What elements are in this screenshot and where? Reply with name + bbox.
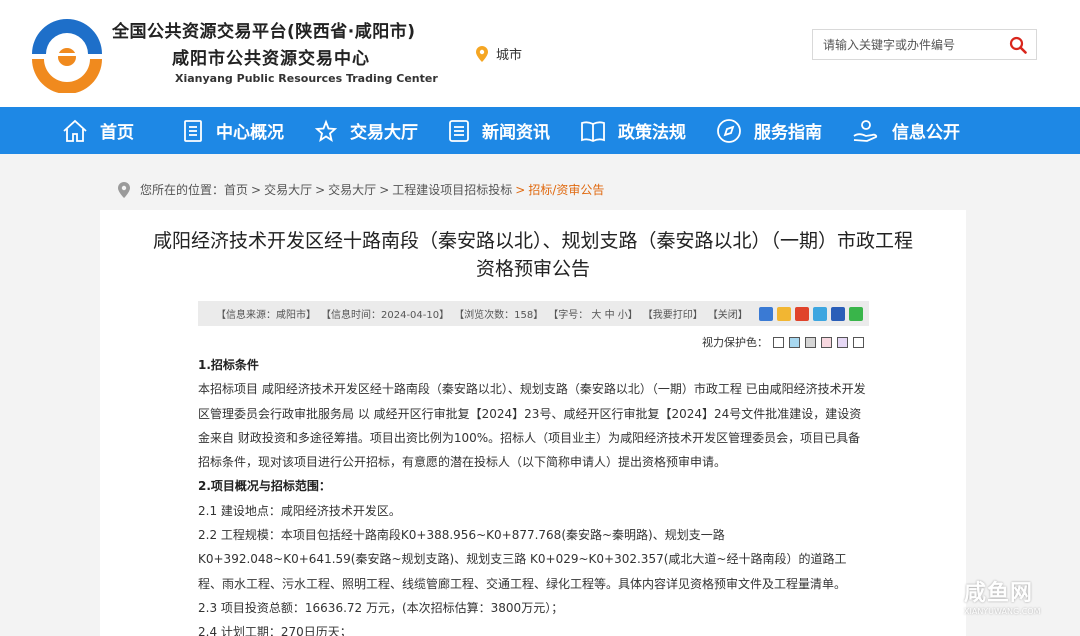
article-paragraph: 2.2 工程规模：本项目包括经十路南段K0+388.956~K0+877.768…	[198, 528, 847, 591]
site-title-en: Xianyang Public Resources Trading Center	[175, 72, 438, 85]
eye-color-swatch[interactable]	[789, 336, 800, 348]
share-renren-icon[interactable]	[830, 306, 845, 321]
city-label: 城市	[496, 48, 523, 63]
eye-color-swatch[interactable]	[773, 336, 784, 348]
search-input[interactable]	[813, 30, 1000, 59]
share-qzone-icon[interactable]	[776, 306, 791, 321]
hand-icon	[853, 119, 878, 142]
site-title: 全国公共资源交易平台(陕西省·咸阳市) 咸阳市公共资源交易中心 Xianyang…	[112, 17, 438, 85]
section-heading: 2.项目概况与招标范围：	[198, 479, 331, 494]
nav-item-policy[interactable]: 政策法规	[580, 107, 686, 154]
site-header: 全国公共资源交易平台(陕西省·咸阳市) 咸阳市公共资源交易中心 Xianyang…	[0, 0, 1080, 107]
book-icon	[581, 120, 605, 142]
article-panel: 咸阳经济技术开发区经十路南段（秦安路以北）、规划支路（秦安路以北）（一期）市政工…	[100, 210, 966, 636]
location-pin-icon	[118, 181, 130, 198]
eye-protection-colors: 视力保护色：	[702, 334, 864, 350]
nav-item-info-disclosure[interactable]: 信息公开	[852, 107, 960, 154]
article-toolbar: 【信息来源：咸阳市】 【信息时间：2024-04-10】 【浏览次数：158】 …	[198, 301, 869, 326]
font-size-control[interactable]: 【字号： 大 中 小】	[548, 306, 638, 321]
eye-color-swatch[interactable]	[853, 336, 864, 348]
breadcrumb-prefix: 您所在的位置：	[140, 183, 225, 197]
share-tencent-icon[interactable]	[812, 306, 827, 321]
info-time: 【信息时间：2024-04-10】	[321, 310, 450, 321]
nav-item-center-overview[interactable]: 中心概况	[182, 107, 284, 154]
share-buttons	[758, 306, 867, 321]
watermark-logo-icon	[931, 580, 963, 611]
search-icon	[1009, 36, 1027, 54]
search-box	[812, 29, 1037, 60]
article-paragraph: 2.3 项目投资总额：16636.72 万元，(本次招标估算：3800万元）；	[198, 600, 564, 615]
document-icon	[184, 119, 202, 142]
watermark: 咸鱼网 XIANYUWANG.COM	[930, 575, 1041, 616]
star-icon	[314, 118, 338, 142]
watermark-text: 咸鱼网	[964, 581, 1034, 606]
view-count: 【浏览次数：158】	[454, 310, 544, 321]
share-weibo-icon[interactable]	[794, 306, 809, 321]
nav-item-service-guide[interactable]: 服务指南	[716, 107, 822, 154]
breadcrumb-item[interactable]: 首页	[224, 181, 248, 198]
eye-protection-label: 视力保护色：	[702, 336, 768, 349]
eye-color-swatch[interactable]	[821, 336, 832, 348]
nav-item-news[interactable]: 新闻资讯	[448, 107, 550, 154]
article-paragraph: 2.1 建设地点：咸阳经济技术开发区。	[198, 503, 401, 518]
share-wechat-icon[interactable]	[848, 306, 863, 321]
breadcrumb-current[interactable]: 招标/资审公告	[528, 181, 604, 198]
eye-color-swatch[interactable]	[837, 336, 848, 348]
article-paragraph: 本招标项目 咸阳经济技术开发区经十路南段（秦安路以北）、规划支路（秦安路以北）（…	[198, 382, 866, 470]
article-title: 咸阳经济技术开发区经十路南段（秦安路以北）、规划支路（秦安路以北）（一期）市政工…	[152, 230, 913, 280]
city-selector[interactable]: 城市	[476, 44, 522, 63]
search-button[interactable]	[1000, 30, 1036, 59]
share-more-icon[interactable]	[758, 306, 773, 321]
breadcrumb-item[interactable]: 工程建设项目招标投标	[392, 181, 512, 198]
breadcrumb-item[interactable]: 交易大厅	[328, 181, 376, 198]
site-logo[interactable]	[28, 15, 106, 93]
breadcrumb-item[interactable]: 交易大厅	[264, 181, 312, 198]
news-icon	[449, 119, 469, 142]
main-nav: 首页 中心概况 交易大厅 新闻资讯 政策法规 服务指南 信息公开	[0, 107, 1080, 154]
eye-color-swatch[interactable]	[805, 336, 816, 348]
home-icon	[63, 119, 87, 142]
site-title-sub: 咸阳市公共资源交易中心	[172, 49, 370, 69]
print-link[interactable]: 【我要打印】	[643, 306, 703, 321]
nav-item-home[interactable]: 首页	[62, 107, 134, 154]
nav-item-trading-hall[interactable]: 交易大厅	[314, 107, 418, 154]
location-pin-icon	[476, 45, 488, 62]
site-title-main: 全国公共资源交易平台(陕西省·咸阳市)	[112, 22, 416, 42]
info-source: 【信息来源：咸阳市】	[216, 310, 316, 321]
article-body: 1.招标条件 本招标项目 咸阳经济技术开发区经十路南段（秦安路以北）、规划支路（…	[198, 353, 870, 636]
section-heading: 1.招标条件	[198, 358, 259, 372]
compass-icon	[717, 118, 741, 143]
watermark-sub: XIANYUWANG.COM	[964, 607, 1041, 616]
close-link[interactable]: 【关闭】	[708, 306, 748, 321]
article-paragraph: 2.4 计划工期：270日历天；	[198, 625, 352, 636]
breadcrumb: 您所在的位置： 首页 > 交易大厅 > 交易大厅 > 工程建设项目招标投标 > …	[118, 181, 604, 198]
